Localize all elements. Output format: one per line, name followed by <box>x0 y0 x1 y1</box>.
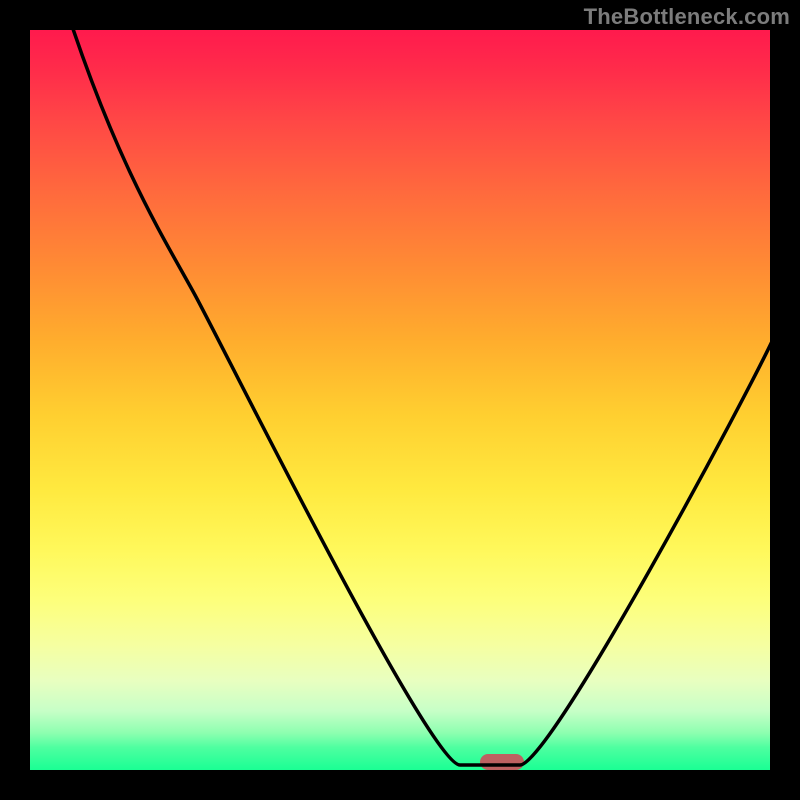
watermark-text: TheBottleneck.com <box>584 4 790 30</box>
bottleneck-curve <box>30 30 770 770</box>
plot-area <box>30 30 770 770</box>
frame: TheBottleneck.com <box>0 0 800 800</box>
curve-path <box>70 30 770 765</box>
